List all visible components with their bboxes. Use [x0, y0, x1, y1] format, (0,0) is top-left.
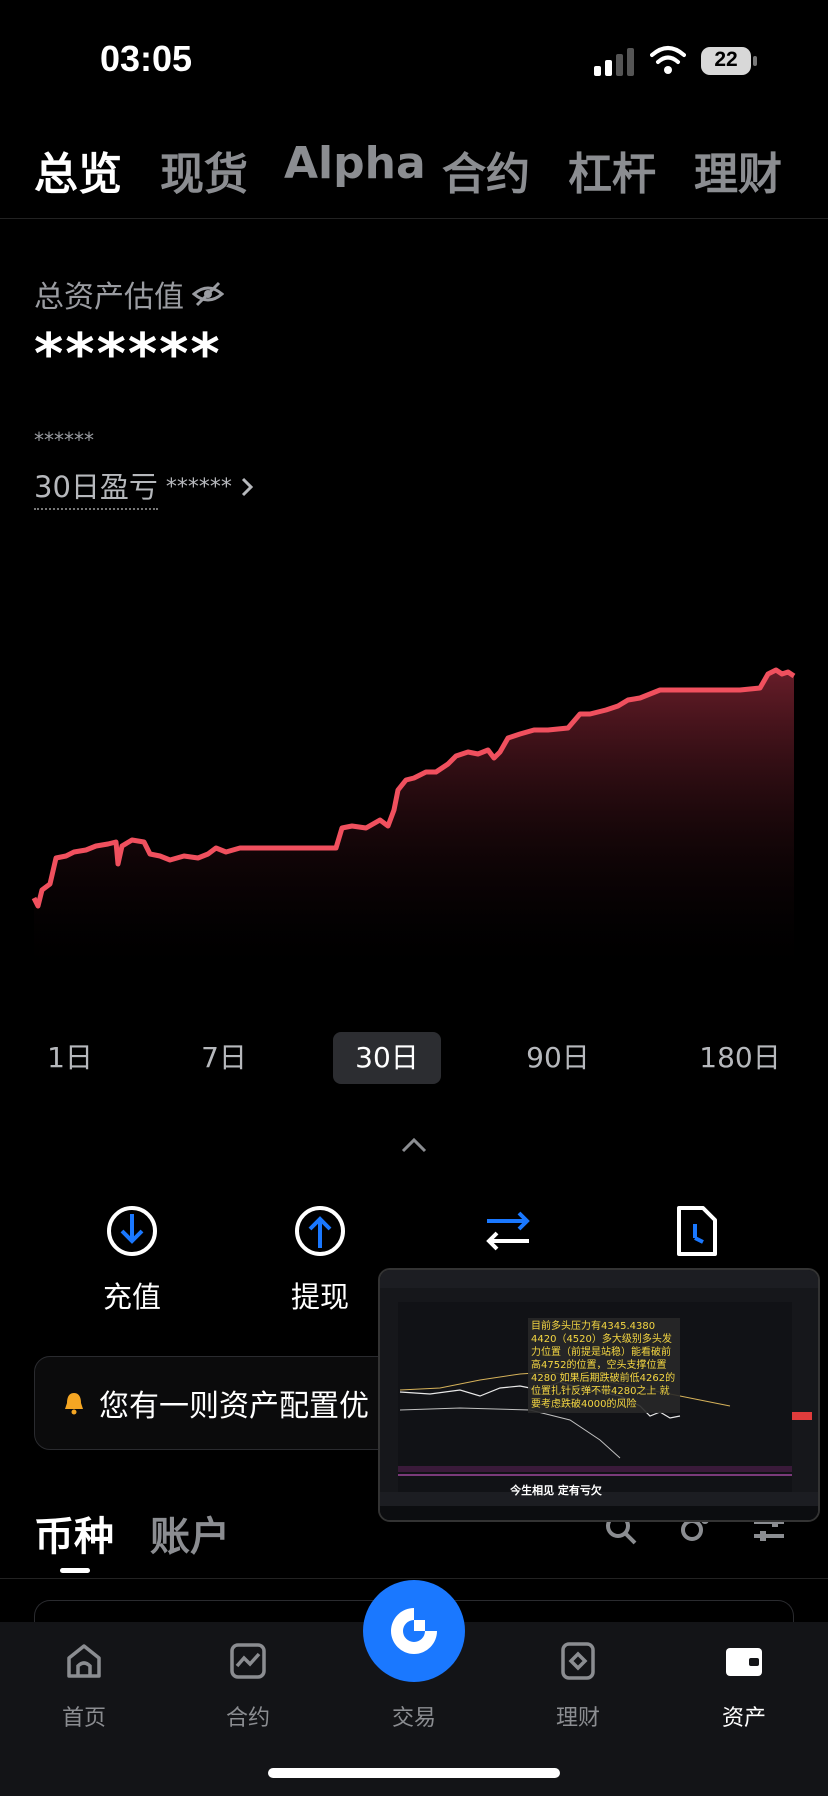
- top-tab-bar: 总览 现货 Alpha 合约 杠杆 理财: [0, 138, 828, 208]
- tab-earn[interactable]: 理财: [694, 138, 782, 202]
- withdraw-button[interactable]: 提现: [260, 1204, 380, 1316]
- futures-chart-icon: [230, 1643, 266, 1679]
- withdraw-label: 提现: [290, 1280, 349, 1314]
- fiat-value: ******: [34, 428, 94, 452]
- home-icon: [67, 1644, 101, 1678]
- nav-futures[interactable]: 合约: [188, 1640, 308, 1732]
- eye-hidden-icon[interactable]: [192, 281, 224, 307]
- list-divider: [0, 1578, 828, 1579]
- transfer-icon: [486, 1211, 530, 1251]
- withdraw-icon: [295, 1206, 345, 1256]
- range-7d[interactable]: 7日: [188, 1032, 260, 1084]
- nav-earn-label: 理财: [555, 1706, 600, 1731]
- tab-accounts[interactable]: 账户: [150, 1504, 230, 1562]
- home-indicator: [268, 1768, 560, 1778]
- nav-home-label: 首页: [61, 1706, 106, 1731]
- transfer-button[interactable]: [448, 1204, 568, 1258]
- header-divider: [0, 218, 828, 219]
- wallet-icon: [726, 1648, 762, 1676]
- nav-earn[interactable]: 理财: [518, 1640, 638, 1732]
- nav-home[interactable]: 首页: [24, 1640, 144, 1732]
- nav-futures-label: 合约: [225, 1706, 270, 1731]
- chart-area: [34, 670, 794, 980]
- tab-underline: [60, 1568, 90, 1573]
- total-assets-value: ******: [34, 322, 222, 387]
- tab-spot[interactable]: 现货: [160, 138, 248, 202]
- range-1d[interactable]: 1日: [34, 1032, 106, 1084]
- chevron-right-icon: [241, 477, 254, 497]
- range-30d[interactable]: 30日: [333, 1032, 441, 1084]
- deposit-button[interactable]: 充值: [72, 1204, 192, 1316]
- total-assets-label: 总资产估值: [34, 272, 224, 316]
- total-assets-label-text: 总资产估值: [34, 280, 184, 315]
- history-button[interactable]: [636, 1204, 756, 1258]
- earn-icon: [561, 1642, 595, 1680]
- tab-coins[interactable]: 币种: [34, 1504, 114, 1562]
- video-overlay-text: 目前多头压力有4345.4380 4420（4520）多大级别多头发力位置（前提…: [528, 1318, 680, 1413]
- battery-icon: 22: [700, 46, 758, 76]
- pnl-value: ******: [165, 474, 232, 500]
- battery-level: 22: [714, 48, 738, 71]
- chevron-up-icon[interactable]: [400, 1136, 428, 1154]
- video-caption: 今生相见 定有亏欠: [510, 1484, 602, 1497]
- wifi-icon: [650, 46, 686, 74]
- tab-margin[interactable]: 杠杆: [568, 138, 656, 202]
- floating-video-player[interactable]: 目前多头压力有4345.4380 4420（4520）多大级别多头发力位置（前提…: [378, 1268, 820, 1522]
- deposit-icon: [107, 1206, 157, 1256]
- bell-icon: [65, 1393, 83, 1415]
- range-selector: 1日 7日 30日 90日 180日: [0, 1032, 828, 1084]
- status-time: 03:05: [100, 38, 193, 79]
- status-bar: 03:05 22: [0, 0, 828, 120]
- range-180d[interactable]: 180日: [690, 1032, 790, 1084]
- trade-logo-icon: [391, 1608, 437, 1654]
- trade-button[interactable]: [363, 1580, 465, 1682]
- tab-overview[interactable]: 总览: [34, 138, 122, 202]
- nav-assets[interactable]: 资产: [684, 1640, 804, 1732]
- range-90d[interactable]: 90日: [516, 1032, 600, 1084]
- notice-text: 您有一则资产配置优: [99, 1389, 369, 1424]
- tab-futures[interactable]: 合约: [442, 138, 530, 202]
- cellular-signal-icon: [594, 48, 634, 76]
- tab-alpha[interactable]: Alpha: [284, 138, 426, 189]
- pnl-label: 30日盈亏: [34, 464, 158, 510]
- pnl-chart: [31, 667, 796, 980]
- deposit-label: 充值: [102, 1280, 161, 1314]
- nav-assets-label: 资产: [721, 1706, 766, 1731]
- nav-trade-label: 交易: [391, 1706, 436, 1731]
- history-icon: [677, 1206, 717, 1256]
- pnl-row[interactable]: 30日盈亏 ******: [34, 464, 254, 510]
